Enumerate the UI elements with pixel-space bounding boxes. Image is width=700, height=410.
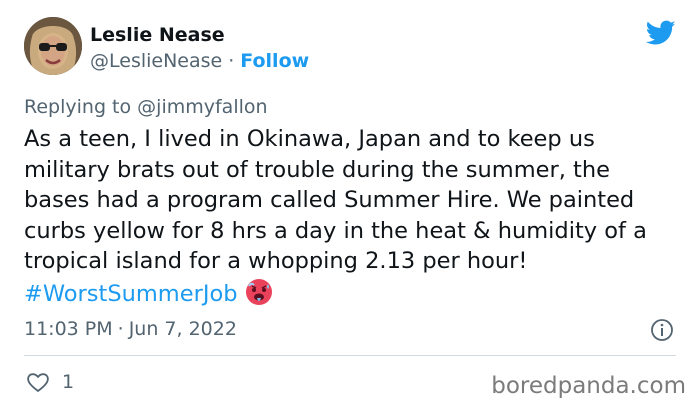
avatar[interactable] [24,17,82,75]
twitter-bird-icon[interactable] [646,20,676,46]
follow-button[interactable]: Follow [240,50,309,72]
reply-mention-link[interactable]: @jimmyfallon [137,96,267,118]
tweet-card: Leslie Nease @LeslieNease · Follow Replyin… [0,0,700,410]
divider [24,355,676,356]
author-handle-row: @LeslieNease · Follow [90,50,309,72]
author-handle[interactable]: @LeslieNease [90,50,222,72]
separator-dot: · [228,50,235,72]
author-display-name[interactable]: Leslie Nease [90,24,225,46]
tweet-body: As a teen, I lived in Okinawa, Japan and… [24,126,647,274]
watermark: boredpanda.com [491,373,686,399]
tweet-text: As a teen, I lived in Okinawa, Japan and… [24,124,674,309]
hashtag-link[interactable]: #WorstSummerJob [24,281,238,307]
replying-to-label: Replying to [24,96,132,118]
tweet-date[interactable]: Jun 7, 2022 [129,318,237,340]
replying-to: Replying to @jimmyfallon [24,96,268,118]
hot-face-emoji [245,278,272,305]
like-count[interactable]: 1 [62,371,74,393]
tweet-timestamp[interactable]: 11:03 PM · Jun 7, 2022 [24,318,237,340]
heart-icon[interactable] [26,371,50,393]
info-icon[interactable] [650,318,674,342]
timestamp-separator: · [117,318,124,340]
tweet-time[interactable]: 11:03 PM [24,318,113,340]
